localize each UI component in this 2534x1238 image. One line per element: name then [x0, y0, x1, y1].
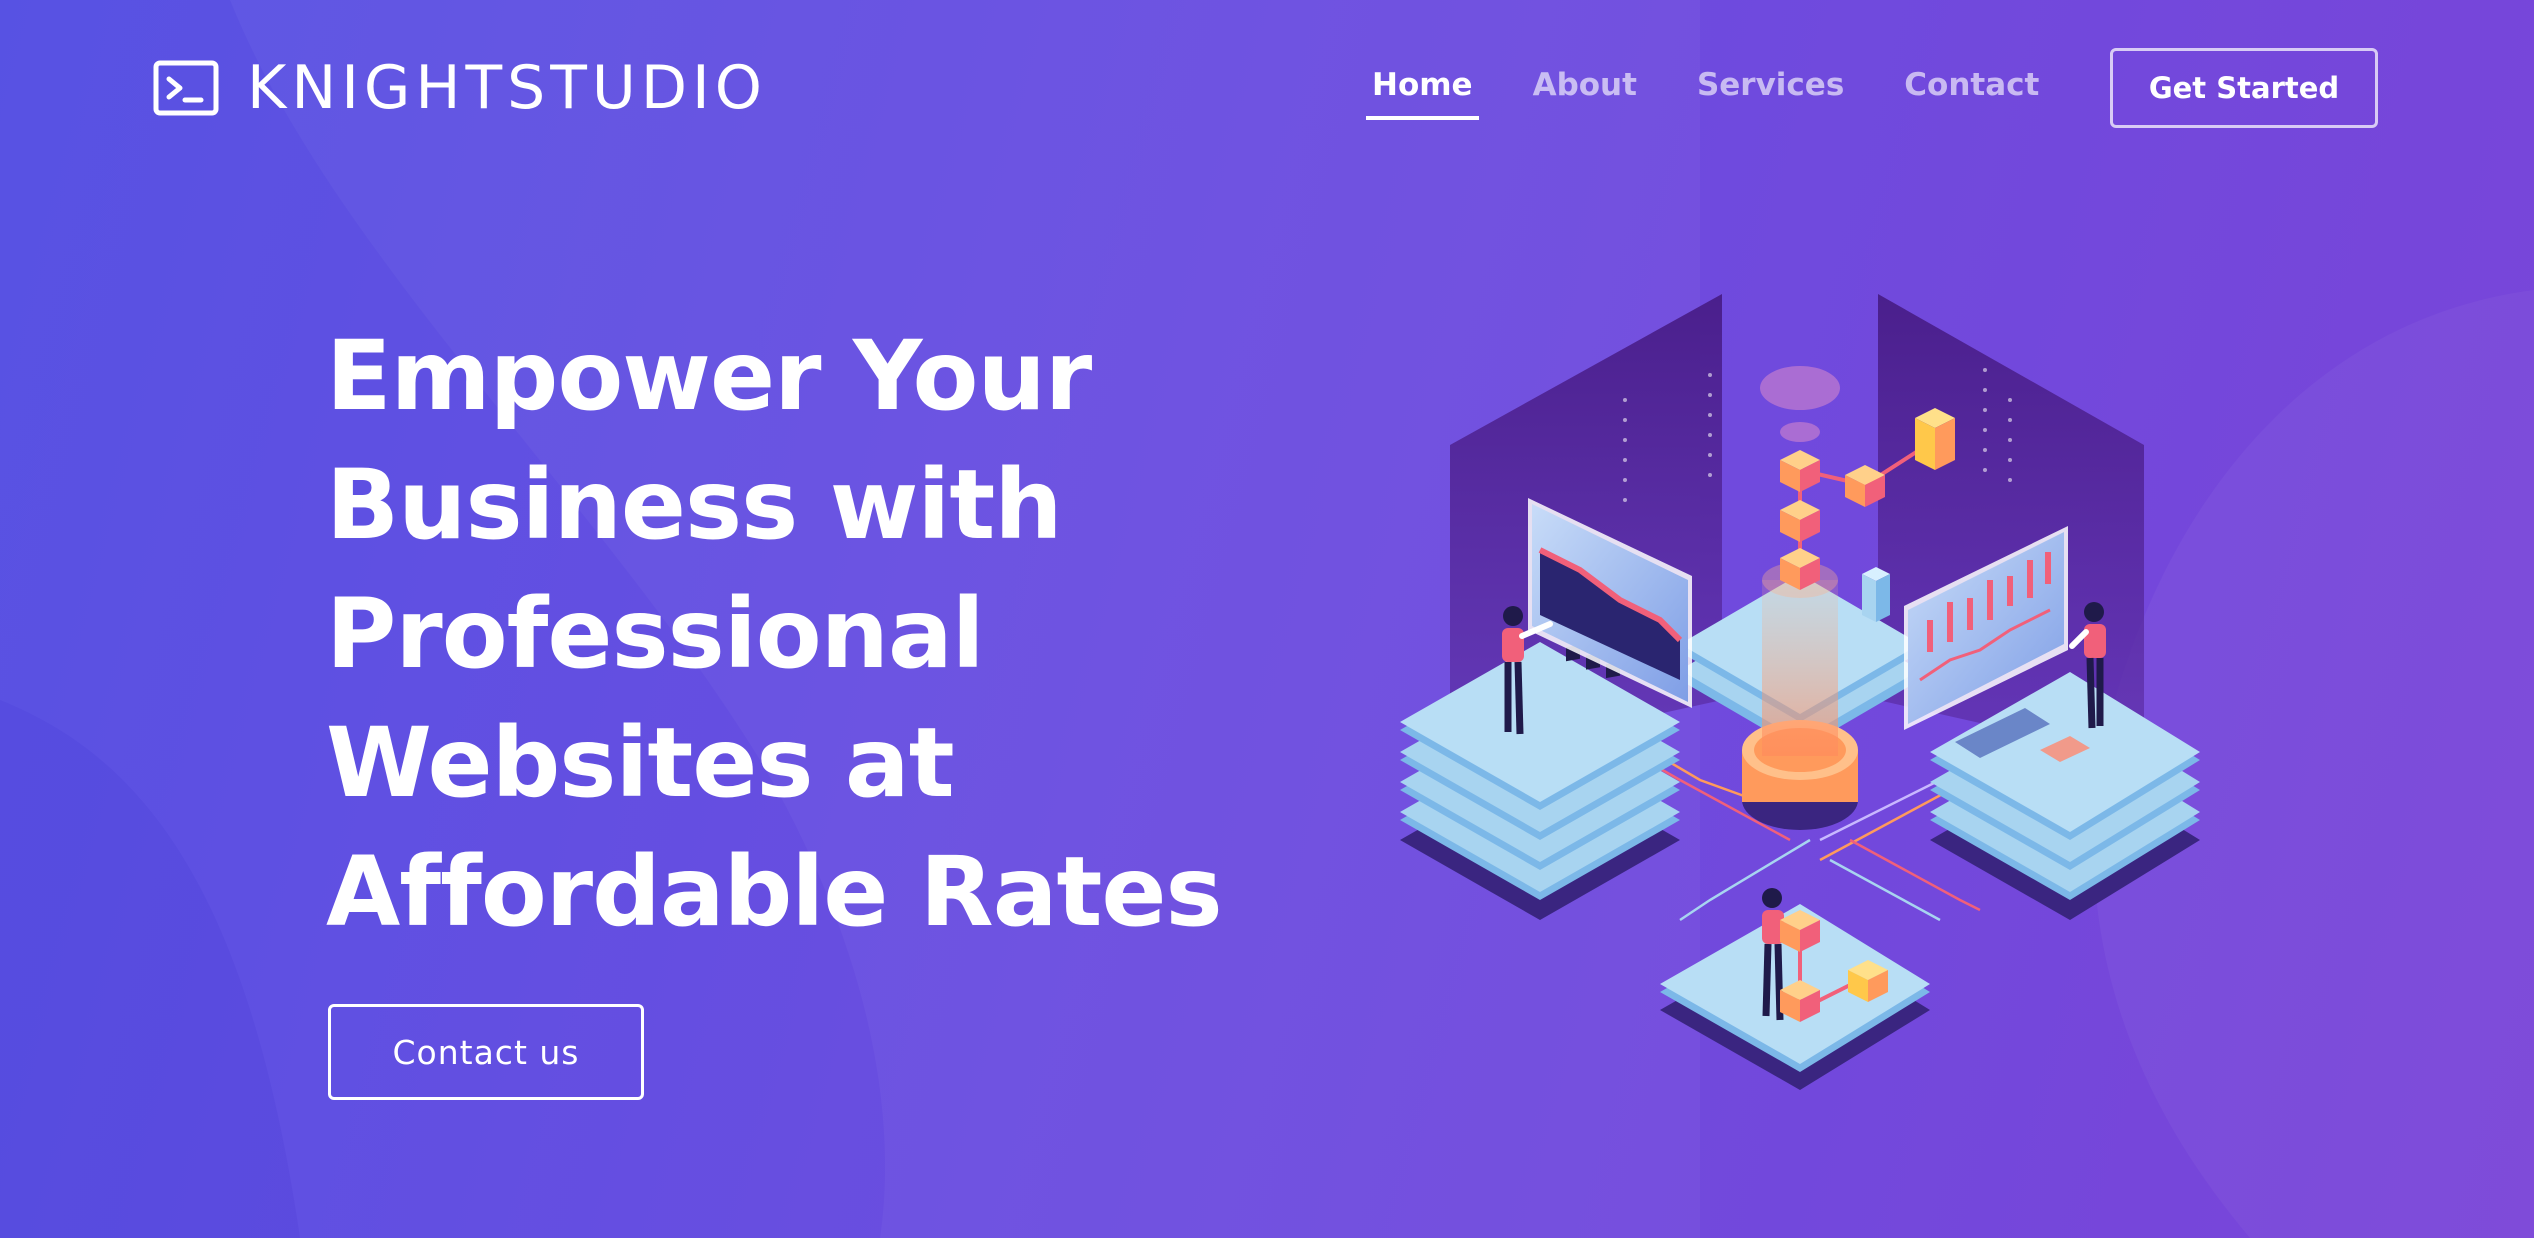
hero-illustration — [1400, 294, 2200, 1090]
hero-heading-line: Affordable Rates — [326, 836, 1223, 948]
hero-heading-line: Empower Your — [326, 320, 1092, 432]
hero-heading-line: Business with — [326, 449, 1063, 561]
nav-item-home[interactable]: Home — [1366, 62, 1479, 121]
site-header: KNIGHTSTUDIO Home About Services Contact… — [0, 0, 2534, 180]
main-nav: Home About Services Contact — [1366, 62, 2093, 121]
nav-item-services[interactable]: Services — [1691, 62, 1850, 116]
brand-logo[interactable]: KNIGHTSTUDIO — [153, 48, 767, 128]
brand-name: KNIGHTSTUDIO — [247, 53, 767, 123]
contact-us-button[interactable]: Contact us — [328, 1004, 644, 1100]
nav-item-about[interactable]: About — [1527, 62, 1643, 116]
hero-heading-line: Websites at — [326, 707, 955, 819]
hero-heading-line: Professional — [326, 578, 985, 690]
hero-heading: Empower Your Business with Professional … — [326, 312, 1226, 957]
get-started-button[interactable]: Get Started — [2110, 48, 2378, 128]
terminal-icon — [153, 60, 219, 116]
nav-item-contact[interactable]: Contact — [1898, 62, 2045, 116]
